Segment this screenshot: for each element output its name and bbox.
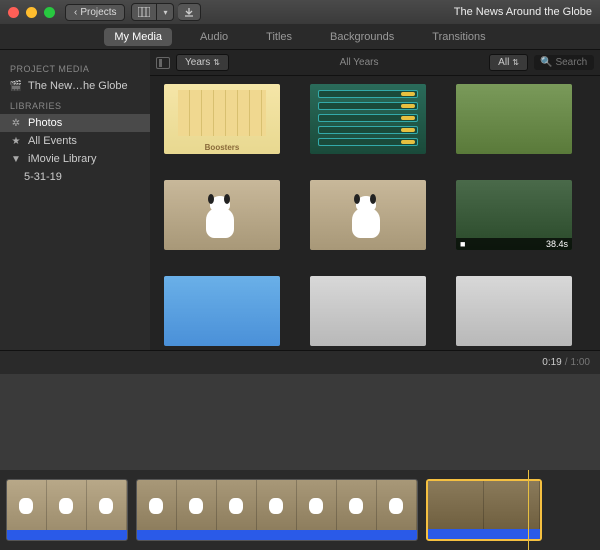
sort-arrows-icon: ⇅	[512, 58, 519, 67]
search-icon: 🔍	[540, 57, 552, 68]
media-thumbnail[interactable]	[310, 276, 426, 346]
flower-icon: ✲	[10, 118, 22, 128]
time-separator: /	[565, 357, 568, 368]
media-thumbnail[interactable]	[456, 84, 572, 154]
audio-track[interactable]	[428, 529, 540, 539]
back-label: Projects	[80, 7, 116, 18]
timeline-clip-selected[interactable]	[426, 479, 542, 541]
clapper-icon: 🎬	[10, 81, 22, 91]
thumbnail-grid: Boosters ■ 38.4s	[150, 76, 600, 350]
search-field[interactable]: 🔍	[534, 55, 594, 70]
timeline[interactable]	[0, 470, 600, 550]
scope-label: Years	[185, 57, 210, 68]
preview-area	[0, 374, 600, 470]
media-thumbnail[interactable]: ■ 38.4s	[456, 180, 572, 250]
sidebar-item-all-events[interactable]: ★ All Events	[0, 132, 150, 150]
sidebar-item-event[interactable]: 5-31-19	[0, 168, 150, 186]
audio-track[interactable]	[7, 530, 127, 540]
timeline-clip[interactable]	[136, 479, 418, 541]
sidebar-item-label: Photos	[28, 117, 62, 129]
view-mode-segmented[interactable]: ▾	[131, 3, 174, 21]
search-input[interactable]	[555, 57, 594, 68]
timeline-clip[interactable]	[6, 479, 128, 541]
media-thumbnail[interactable]	[310, 180, 426, 250]
filmstrip-view-icon[interactable]	[131, 3, 157, 21]
media-thumbnail[interactable]: Boosters	[164, 84, 280, 154]
sidebar-item-project[interactable]: 🎬 The New…he Globe	[0, 77, 150, 95]
star-icon: ★	[10, 136, 22, 146]
tab-audio[interactable]: Audio	[190, 28, 238, 46]
back-to-projects-button[interactable]: ‹ Projects	[65, 4, 125, 21]
sidebar-item-photos[interactable]: ✲ Photos	[0, 114, 150, 132]
minimize-window-button[interactable]	[26, 7, 37, 18]
scope-dropdown[interactable]: Years ⇅	[176, 54, 229, 71]
sidebar-item-imovie-library[interactable]: ▼ iMovie Library	[0, 150, 150, 168]
media-thumbnail[interactable]	[164, 180, 280, 250]
main-split: PROJECT MEDIA 🎬 The New…he Globe LIBRARI…	[0, 50, 600, 350]
sidebar-item-label: All Events	[28, 135, 77, 147]
traffic-lights	[8, 7, 55, 18]
sidebar-item-label: iMovie Library	[28, 153, 96, 165]
sidebar-header-project-media: PROJECT MEDIA	[0, 58, 150, 77]
media-thumbnail[interactable]	[456, 276, 572, 346]
close-window-button[interactable]	[8, 7, 19, 18]
audio-track[interactable]	[137, 530, 417, 540]
media-tabs: My Media Audio Titles Backgrounds Transi…	[0, 24, 600, 50]
filter-bar: Years ⇅ All Years All ⇅ 🔍	[150, 50, 600, 76]
media-browser: Years ⇅ All Years All ⇅ 🔍 Boosters	[150, 50, 600, 350]
tab-transitions[interactable]: Transitions	[422, 28, 495, 46]
media-thumbnail[interactable]	[164, 276, 280, 346]
window-titlebar: ‹ Projects ▾ The News Around the Globe	[0, 0, 600, 24]
import-button[interactable]	[178, 3, 201, 21]
thumbnail-caption: Boosters	[164, 143, 280, 152]
disclosure-triangle-icon[interactable]: ▼	[10, 154, 22, 164]
project-title: The News Around the Globe	[454, 6, 592, 18]
sidebar-item-label: The New…he Globe	[28, 80, 128, 92]
download-arrow-icon	[178, 3, 201, 21]
tab-backgrounds[interactable]: Backgrounds	[320, 28, 404, 46]
sort-arrows-icon: ⇅	[213, 58, 220, 67]
chevron-left-icon: ‹	[74, 7, 77, 18]
video-badge: ■ 38.4s	[456, 238, 572, 250]
time-display: 0:19 / 1:00	[0, 350, 600, 374]
camera-icon: ■	[460, 239, 465, 249]
media-thumbnail[interactable]	[310, 84, 426, 154]
playhead[interactable]	[528, 470, 529, 550]
sidebar: PROJECT MEDIA 🎬 The New…he Globe LIBRARI…	[0, 50, 150, 350]
fullscreen-window-button[interactable]	[44, 7, 55, 18]
total-time: 1:00	[571, 357, 590, 368]
tab-my-media[interactable]: My Media	[104, 28, 172, 46]
tab-titles[interactable]: Titles	[256, 28, 302, 46]
breadcrumb-all-years[interactable]: All Years	[235, 57, 483, 68]
sidebar-toggle-icon[interactable]	[156, 57, 170, 69]
sidebar-header-libraries: LIBRARIES	[0, 95, 150, 114]
filter-label: All	[498, 57, 509, 68]
chevron-down-icon[interactable]: ▾	[157, 3, 174, 21]
current-time: 0:19	[542, 357, 561, 368]
sidebar-item-label: 5-31-19	[24, 171, 62, 183]
video-duration: 38.4s	[546, 239, 568, 249]
filter-dropdown[interactable]: All ⇅	[489, 54, 528, 71]
